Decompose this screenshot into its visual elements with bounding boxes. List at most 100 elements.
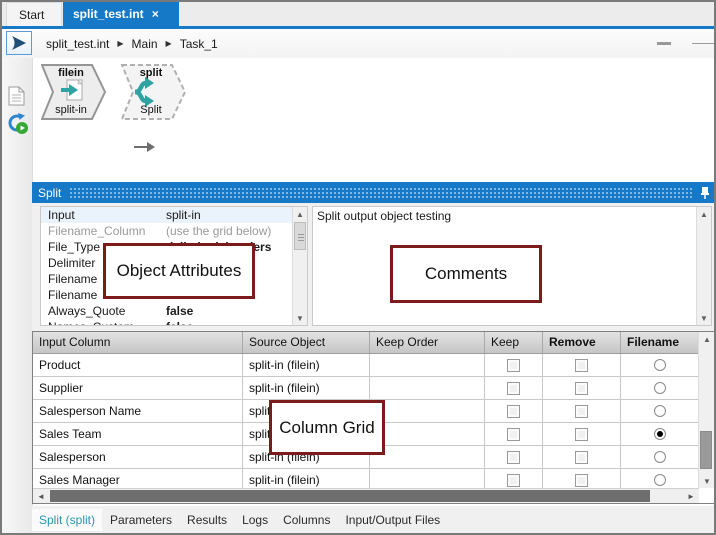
filename-radio[interactable]: [654, 428, 666, 440]
grid-horizontal-scrollbar[interactable]: ◄ ►: [33, 488, 699, 503]
run-button[interactable]: [6, 31, 32, 55]
document-tabstrip: Start split_test.int ×: [2, 2, 714, 26]
bottom-tab-3[interactable]: Logs: [235, 509, 275, 531]
scrollbar-thumb[interactable]: [294, 222, 306, 250]
cell-remove: [543, 377, 621, 399]
filename-radio[interactable]: [654, 451, 666, 463]
cell-remove: [543, 400, 621, 422]
cell-source-object[interactable]: split-in (filein): [243, 354, 370, 376]
attribute-name: Filename_Column: [41, 223, 166, 239]
comments-scrollbar[interactable]: ▲ ▼: [696, 207, 711, 325]
attribute-row-0[interactable]: Inputsplit-in: [41, 207, 293, 223]
comments-text: Split output object testing: [317, 209, 451, 223]
cell-input-column[interactable]: Salesperson Name: [33, 400, 243, 422]
attribute-name: Names_Custom: [41, 319, 166, 326]
grid-header-4[interactable]: Remove: [543, 332, 621, 353]
cell-keep: [485, 354, 543, 376]
attribute-value: false: [166, 303, 293, 319]
grid-header-3[interactable]: Keep: [485, 332, 543, 353]
cell-source-object[interactable]: split-in (filein): [243, 377, 370, 399]
remove-checkbox[interactable]: [575, 359, 588, 372]
keep-checkbox[interactable]: [507, 474, 520, 487]
panel-title: Split: [38, 186, 61, 200]
keep-checkbox[interactable]: [507, 405, 520, 418]
scroll-up-icon[interactable]: ▲: [697, 207, 711, 221]
attribute-name: Input: [41, 207, 166, 223]
filename-radio[interactable]: [654, 405, 666, 417]
node-filein[interactable]: filein split-in: [41, 64, 107, 120]
cell-keep-order[interactable]: [370, 377, 485, 399]
scroll-up-icon[interactable]: ▲: [699, 332, 715, 346]
scroll-down-icon[interactable]: ▼: [293, 311, 307, 325]
scroll-down-icon[interactable]: ▼: [699, 474, 715, 488]
cell-keep-order[interactable]: [370, 354, 485, 376]
document-icon[interactable]: [8, 86, 30, 108]
comments-label: Comments: [390, 245, 542, 303]
filename-radio[interactable]: [654, 474, 666, 486]
filename-radio[interactable]: [654, 359, 666, 371]
tab-start[interactable]: Start: [6, 2, 62, 26]
remove-checkbox[interactable]: [575, 451, 588, 464]
collapse-handle[interactable]: [657, 42, 671, 45]
cell-filename: [621, 377, 699, 399]
bottom-tab-1[interactable]: Parameters: [103, 509, 179, 531]
grid-header-1[interactable]: Source Object: [243, 332, 370, 353]
split-panel-header[interactable]: Split: [32, 182, 716, 203]
remove-checkbox[interactable]: [575, 405, 588, 418]
grid-header-5[interactable]: Filename: [621, 332, 699, 353]
pin-icon[interactable]: [700, 186, 710, 200]
cell-keep: [485, 423, 543, 445]
scroll-up-icon[interactable]: ▲: [293, 207, 307, 221]
remove-checkbox[interactable]: [575, 382, 588, 395]
bottom-tab-2[interactable]: Results: [180, 509, 234, 531]
remove-checkbox[interactable]: [575, 428, 588, 441]
remove-checkbox[interactable]: [575, 474, 588, 487]
attributes-scrollbar[interactable]: ▲ ▼: [292, 207, 307, 325]
grid-header-2[interactable]: Keep Order: [370, 332, 485, 353]
table-row-1: Suppliersplit-in (filein): [33, 377, 699, 400]
attribute-value: split-in: [166, 207, 293, 223]
cell-keep-order[interactable]: [370, 446, 485, 468]
filename-radio[interactable]: [654, 382, 666, 394]
cell-keep-order[interactable]: [370, 400, 485, 422]
node-split[interactable]: split Split: [121, 64, 187, 120]
bottom-tab-4[interactable]: Columns: [276, 509, 337, 531]
cell-keep-order[interactable]: [370, 423, 485, 445]
cell-input-column[interactable]: Supplier: [33, 377, 243, 399]
cell-input-column[interactable]: Sales Team: [33, 423, 243, 445]
overlay-label-text: Column Grid: [279, 418, 374, 438]
keep-checkbox[interactable]: [507, 428, 520, 441]
tab-split-test-int[interactable]: split_test.int ×: [63, 2, 179, 26]
overlay-label-text: Object Attributes: [117, 261, 242, 281]
flow-canvas[interactable]: filein split-in split Split: [33, 58, 716, 181]
close-icon[interactable]: ×: [152, 7, 159, 21]
keep-checkbox[interactable]: [507, 451, 520, 464]
overlay-label-text: Comments: [425, 264, 507, 284]
breadcrumb-item-0[interactable]: split_test.int: [46, 37, 109, 51]
keep-checkbox[interactable]: [507, 359, 520, 372]
scroll-right-icon[interactable]: ►: [683, 489, 699, 503]
cell-keep: [485, 446, 543, 468]
scroll-down-icon[interactable]: ▼: [697, 311, 711, 325]
bottom-tab-5[interactable]: Input/Output Files: [338, 509, 447, 531]
bottom-tab-0[interactable]: Split (split): [32, 509, 102, 531]
cell-filename: [621, 354, 699, 376]
cell-input-column[interactable]: Salesperson: [33, 446, 243, 468]
cell-input-column[interactable]: Product: [33, 354, 243, 376]
attribute-row-1[interactable]: Filename_Column(use the grid below): [41, 223, 293, 239]
node-title: filein: [41, 67, 101, 79]
cell-remove: [543, 423, 621, 445]
scrollbar-thumb[interactable]: [50, 490, 650, 502]
grid-header-0[interactable]: Input Column: [33, 332, 243, 353]
scrollbar-thumb[interactable]: [700, 431, 712, 469]
attribute-row-6[interactable]: Always_Quotefalse: [41, 303, 293, 319]
breadcrumb-bar: split_test.int▶Main▶Task_1: [2, 29, 714, 58]
attribute-row-7[interactable]: Names_Customfalse: [41, 319, 293, 326]
breadcrumb-item-1[interactable]: Main: [132, 37, 158, 51]
scroll-left-icon[interactable]: ◄: [33, 489, 49, 503]
breadcrumb-item-2[interactable]: Task_1: [180, 37, 218, 51]
keep-checkbox[interactable]: [507, 382, 520, 395]
run-history-icon[interactable]: [6, 112, 28, 134]
play-icon: [10, 35, 28, 51]
grid-vertical-scrollbar[interactable]: ▲ ▼: [698, 332, 715, 488]
